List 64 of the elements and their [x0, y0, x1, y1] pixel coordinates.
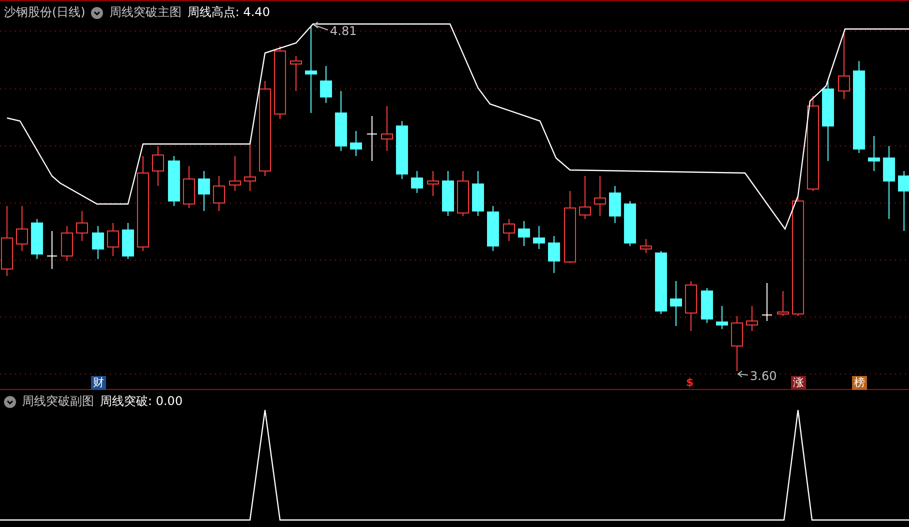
candlestick [366, 116, 378, 162]
candlestick [777, 290, 789, 316]
candlestick [213, 176, 225, 212]
candlestick [670, 280, 682, 326]
candlestick [396, 120, 408, 180]
candlestick [335, 90, 347, 152]
event-badge[interactable]: 财 [91, 376, 106, 390]
candlestick [518, 220, 530, 246]
price-label: 4.81 [330, 24, 357, 38]
candlestick [868, 136, 880, 172]
candlestick [838, 30, 850, 100]
indicator-name: 周线突破副图 [22, 393, 94, 410]
candlestick [487, 206, 499, 252]
candlestick [533, 226, 545, 250]
candlestick [579, 176, 591, 220]
candlestick [427, 170, 439, 196]
candlestick [472, 170, 484, 216]
candlestick [31, 218, 43, 260]
candlestick [290, 56, 302, 92]
candlestick [746, 306, 758, 332]
candlestick [92, 226, 104, 260]
candlestick [198, 170, 210, 212]
candlestick [168, 156, 180, 206]
candlestick [244, 140, 256, 192]
candlestick [16, 206, 28, 252]
indicator-value: 周线高点: 4.40 [187, 4, 270, 21]
candlestick [61, 226, 73, 262]
candlestick [381, 106, 393, 152]
candlestick [716, 306, 728, 330]
candlestick [594, 176, 606, 216]
candlestick [457, 170, 469, 216]
event-badge[interactable]: $ [684, 376, 696, 390]
candlestick [609, 186, 621, 224]
dropdown-icon[interactable] [91, 6, 104, 18]
leader-line [737, 370, 748, 378]
candlestick [640, 238, 652, 254]
candlestick [624, 200, 636, 246]
candlestick [46, 230, 58, 270]
candlestick [731, 316, 743, 372]
candlestick [152, 146, 164, 186]
event-badge[interactable]: 涨 [791, 376, 806, 390]
stock-title: 沙钢股份(日线) [4, 4, 86, 21]
event-badge[interactable]: 榜 [852, 376, 867, 390]
price-label: 3.60 [750, 369, 777, 383]
candlestick [350, 130, 362, 156]
candlestick [655, 250, 667, 314]
candlestick [320, 66, 332, 104]
candlestick [442, 170, 454, 216]
candlestick [107, 222, 119, 256]
candlestick [122, 222, 134, 260]
candlestick [685, 280, 697, 332]
indicator-value: 周线突破: 0.00 [100, 393, 183, 410]
indicator-name: 周线突破主图 [109, 4, 182, 21]
candlestick [411, 170, 423, 194]
candlestick [183, 166, 195, 208]
candlestick [548, 236, 560, 274]
candlestick [898, 170, 909, 232]
dropdown-icon[interactable] [4, 396, 16, 408]
candlestick [76, 210, 88, 242]
candlestick [503, 218, 515, 242]
candlestick [701, 288, 713, 324]
leader-line [313, 22, 328, 30]
candlestick [229, 156, 241, 192]
candlestick [762, 282, 772, 322]
